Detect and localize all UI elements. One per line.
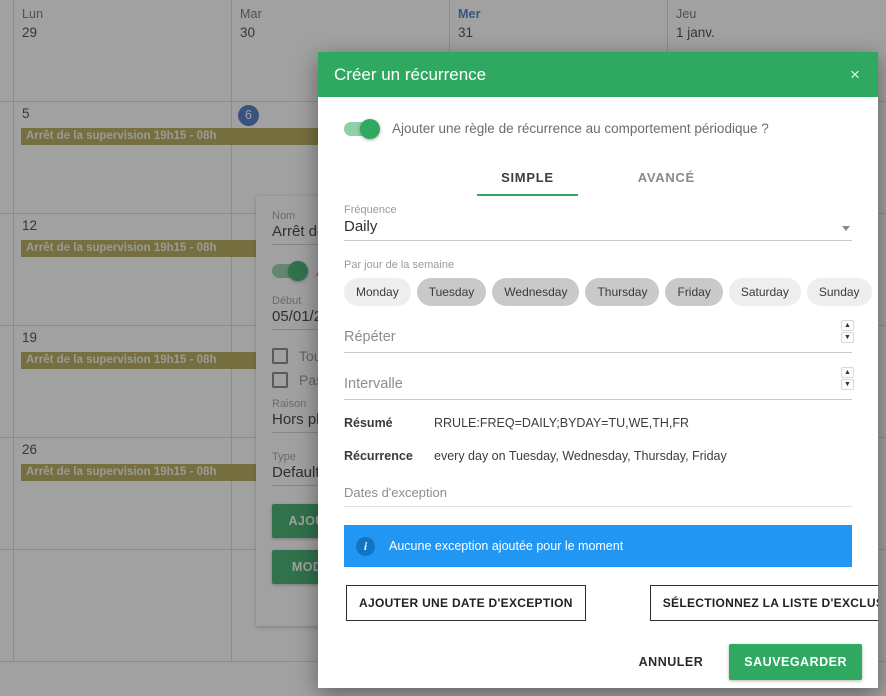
- info-banner-text: Aucune exception ajoutée pour le moment: [389, 539, 623, 553]
- frequency-value: Daily: [344, 216, 852, 241]
- repeat-placeholder: Répéter: [344, 329, 396, 345]
- repeat-stepper[interactable]: ▲ ▼: [841, 320, 854, 343]
- recurrence-row: Récurrence every day on Tuesday, Wednesd…: [330, 443, 866, 463]
- dialog-body[interactable]: Ajouter une règle de récurrence au compo…: [318, 97, 878, 636]
- divider: [344, 506, 852, 507]
- add-exception-date-button[interactable]: AJOUTER UNE DATE D'EXCEPTION: [346, 585, 586, 621]
- frequency-field[interactable]: Fréquence Daily: [330, 204, 866, 241]
- weekday-chip-tuesday[interactable]: Tuesday: [417, 278, 487, 306]
- stepper-up-icon[interactable]: ▲: [841, 320, 854, 331]
- repeat-input-line[interactable]: Répéter: [344, 324, 852, 353]
- save-button[interactable]: SAUVEGARDER: [729, 644, 862, 680]
- interval-placeholder: Intervalle: [344, 376, 403, 392]
- tab-simple[interactable]: SIMPLE: [485, 164, 570, 196]
- toggle-thumb: [360, 119, 380, 139]
- chevron-down-icon[interactable]: [842, 226, 850, 231]
- stepper-down-icon[interactable]: ▼: [841, 379, 854, 390]
- close-icon[interactable]: ×: [844, 65, 864, 84]
- recurrence-value: every day on Tuesday, Wednesday, Thursda…: [434, 449, 727, 463]
- enable-recurrence-label: Ajouter une règle de récurrence au compo…: [392, 121, 769, 136]
- cancel-button[interactable]: ANNULER: [627, 645, 716, 679]
- frequency-label: Fréquence: [344, 204, 852, 216]
- resume-row: Résumé RRULE:FREQ=DAILY;BYDAY=TU,WE,TH,F…: [330, 410, 866, 430]
- exception-dates-label: Dates d'exception: [330, 463, 866, 500]
- recurrence-key: Récurrence: [344, 449, 434, 463]
- weekday-chip-sunday[interactable]: Sunday: [807, 278, 872, 306]
- no-exception-info-banner: i Aucune exception ajoutée pour le momen…: [344, 525, 852, 567]
- select-exclusion-list-button[interactable]: SÉLECTIONNEZ LA LISTE D'EXCLUSION: [650, 585, 878, 621]
- weekday-chip-thursday[interactable]: Thursday: [585, 278, 659, 306]
- weekday-chip-friday[interactable]: Friday: [665, 278, 722, 306]
- stepper-up-icon[interactable]: ▲: [841, 367, 854, 378]
- repeat-field[interactable]: Répéter ▲ ▼: [330, 324, 866, 353]
- weekday-chip-monday[interactable]: Monday: [344, 278, 411, 306]
- info-icon: i: [356, 537, 375, 556]
- enable-recurrence-toggle[interactable]: [344, 122, 378, 136]
- interval-input-line[interactable]: Intervalle: [344, 371, 852, 400]
- dialog-title: Créer un récurrence: [334, 65, 844, 85]
- resume-key: Résumé: [344, 416, 434, 430]
- exception-buttons: AJOUTER UNE DATE D'EXCEPTION SÉLECTIONNE…: [330, 567, 866, 631]
- interval-stepper[interactable]: ▲ ▼: [841, 367, 854, 390]
- dialog-header: Créer un récurrence ×: [318, 52, 878, 97]
- create-recurrence-dialog: Créer un récurrence × Ajouter une règle …: [318, 52, 878, 688]
- recurrence-tabs: SIMPLE AVANCÉ: [330, 164, 866, 196]
- dialog-footer: ANNULER SAUVEGARDER: [318, 636, 878, 688]
- weekday-chip-wednesday[interactable]: Wednesday: [492, 278, 579, 306]
- enable-recurrence-row[interactable]: Ajouter une règle de récurrence au compo…: [330, 121, 866, 136]
- tab-avance[interactable]: AVANCÉ: [622, 164, 711, 196]
- resume-value: RRULE:FREQ=DAILY;BYDAY=TU,WE,TH,FR: [434, 416, 689, 430]
- interval-field[interactable]: Intervalle ▲ ▼: [330, 371, 866, 400]
- weekday-chip-saturday[interactable]: Saturday: [729, 278, 801, 306]
- weekday-chip-group: Monday Tuesday Wednesday Thursday Friday…: [330, 278, 866, 306]
- stepper-down-icon[interactable]: ▼: [841, 332, 854, 343]
- weekday-section-label: Par jour de la semaine: [330, 241, 866, 278]
